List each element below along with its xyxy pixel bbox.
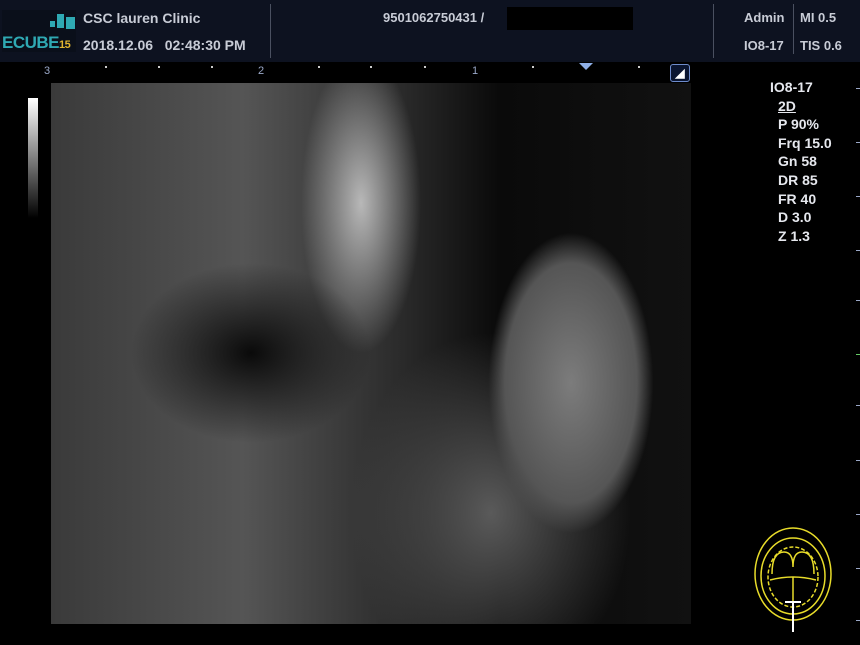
probe-name: IO8-17 (744, 38, 784, 53)
header-bar: ECUBE15 CSC lauren Clinic 2018.12.06 02:… (0, 0, 860, 62)
ruler-tick-2: 2 (258, 65, 265, 77)
probe-orientation-button[interactable]: ◢ (670, 64, 690, 82)
param-dynamic-range: DR 85 (778, 171, 818, 188)
param-zoom: Z 1.3 (778, 227, 810, 244)
ultrasound-image[interactable] (51, 83, 691, 624)
date-time: 2018.12.06 02:48:30 PM (83, 37, 246, 53)
logo-number: 15 (59, 39, 71, 51)
ruler-tick-1: 1 (472, 65, 479, 77)
param-frame-rate: FR 40 (778, 190, 817, 207)
param-frequency: Frq 15.0 (778, 134, 832, 151)
depth-ruler: 3 2 1 (0, 62, 700, 82)
mouth-bodymark-icon (754, 527, 832, 632)
imaging-parameters: IO8-17 2D P 90% Frq 15.0 Gn 58 DR 85 FR … (770, 78, 832, 245)
ruler-tick-3: 3 (44, 65, 51, 77)
redacted-patient-name (507, 7, 633, 30)
tis-value: TIS 0.6 (800, 38, 842, 53)
grayscale-bar (28, 98, 38, 218)
ecube-logo: ECUBE15 (2, 10, 76, 52)
user-name: Admin (744, 10, 785, 25)
param-gain: Gn 58 (778, 153, 817, 170)
clinic-name: CSC lauren Clinic (83, 10, 201, 26)
param-mode: 2D (778, 97, 796, 114)
param-probe: IO8-17 (770, 79, 813, 95)
mi-value: MI 0.5 (800, 10, 837, 25)
patient-id: 9501062750431 / (383, 10, 485, 25)
logo-text: ECUBE (2, 33, 60, 52)
param-depth: D 3.0 (778, 209, 812, 226)
param-power: P 90% (778, 116, 819, 133)
focus-marker-icon[interactable] (579, 63, 593, 70)
